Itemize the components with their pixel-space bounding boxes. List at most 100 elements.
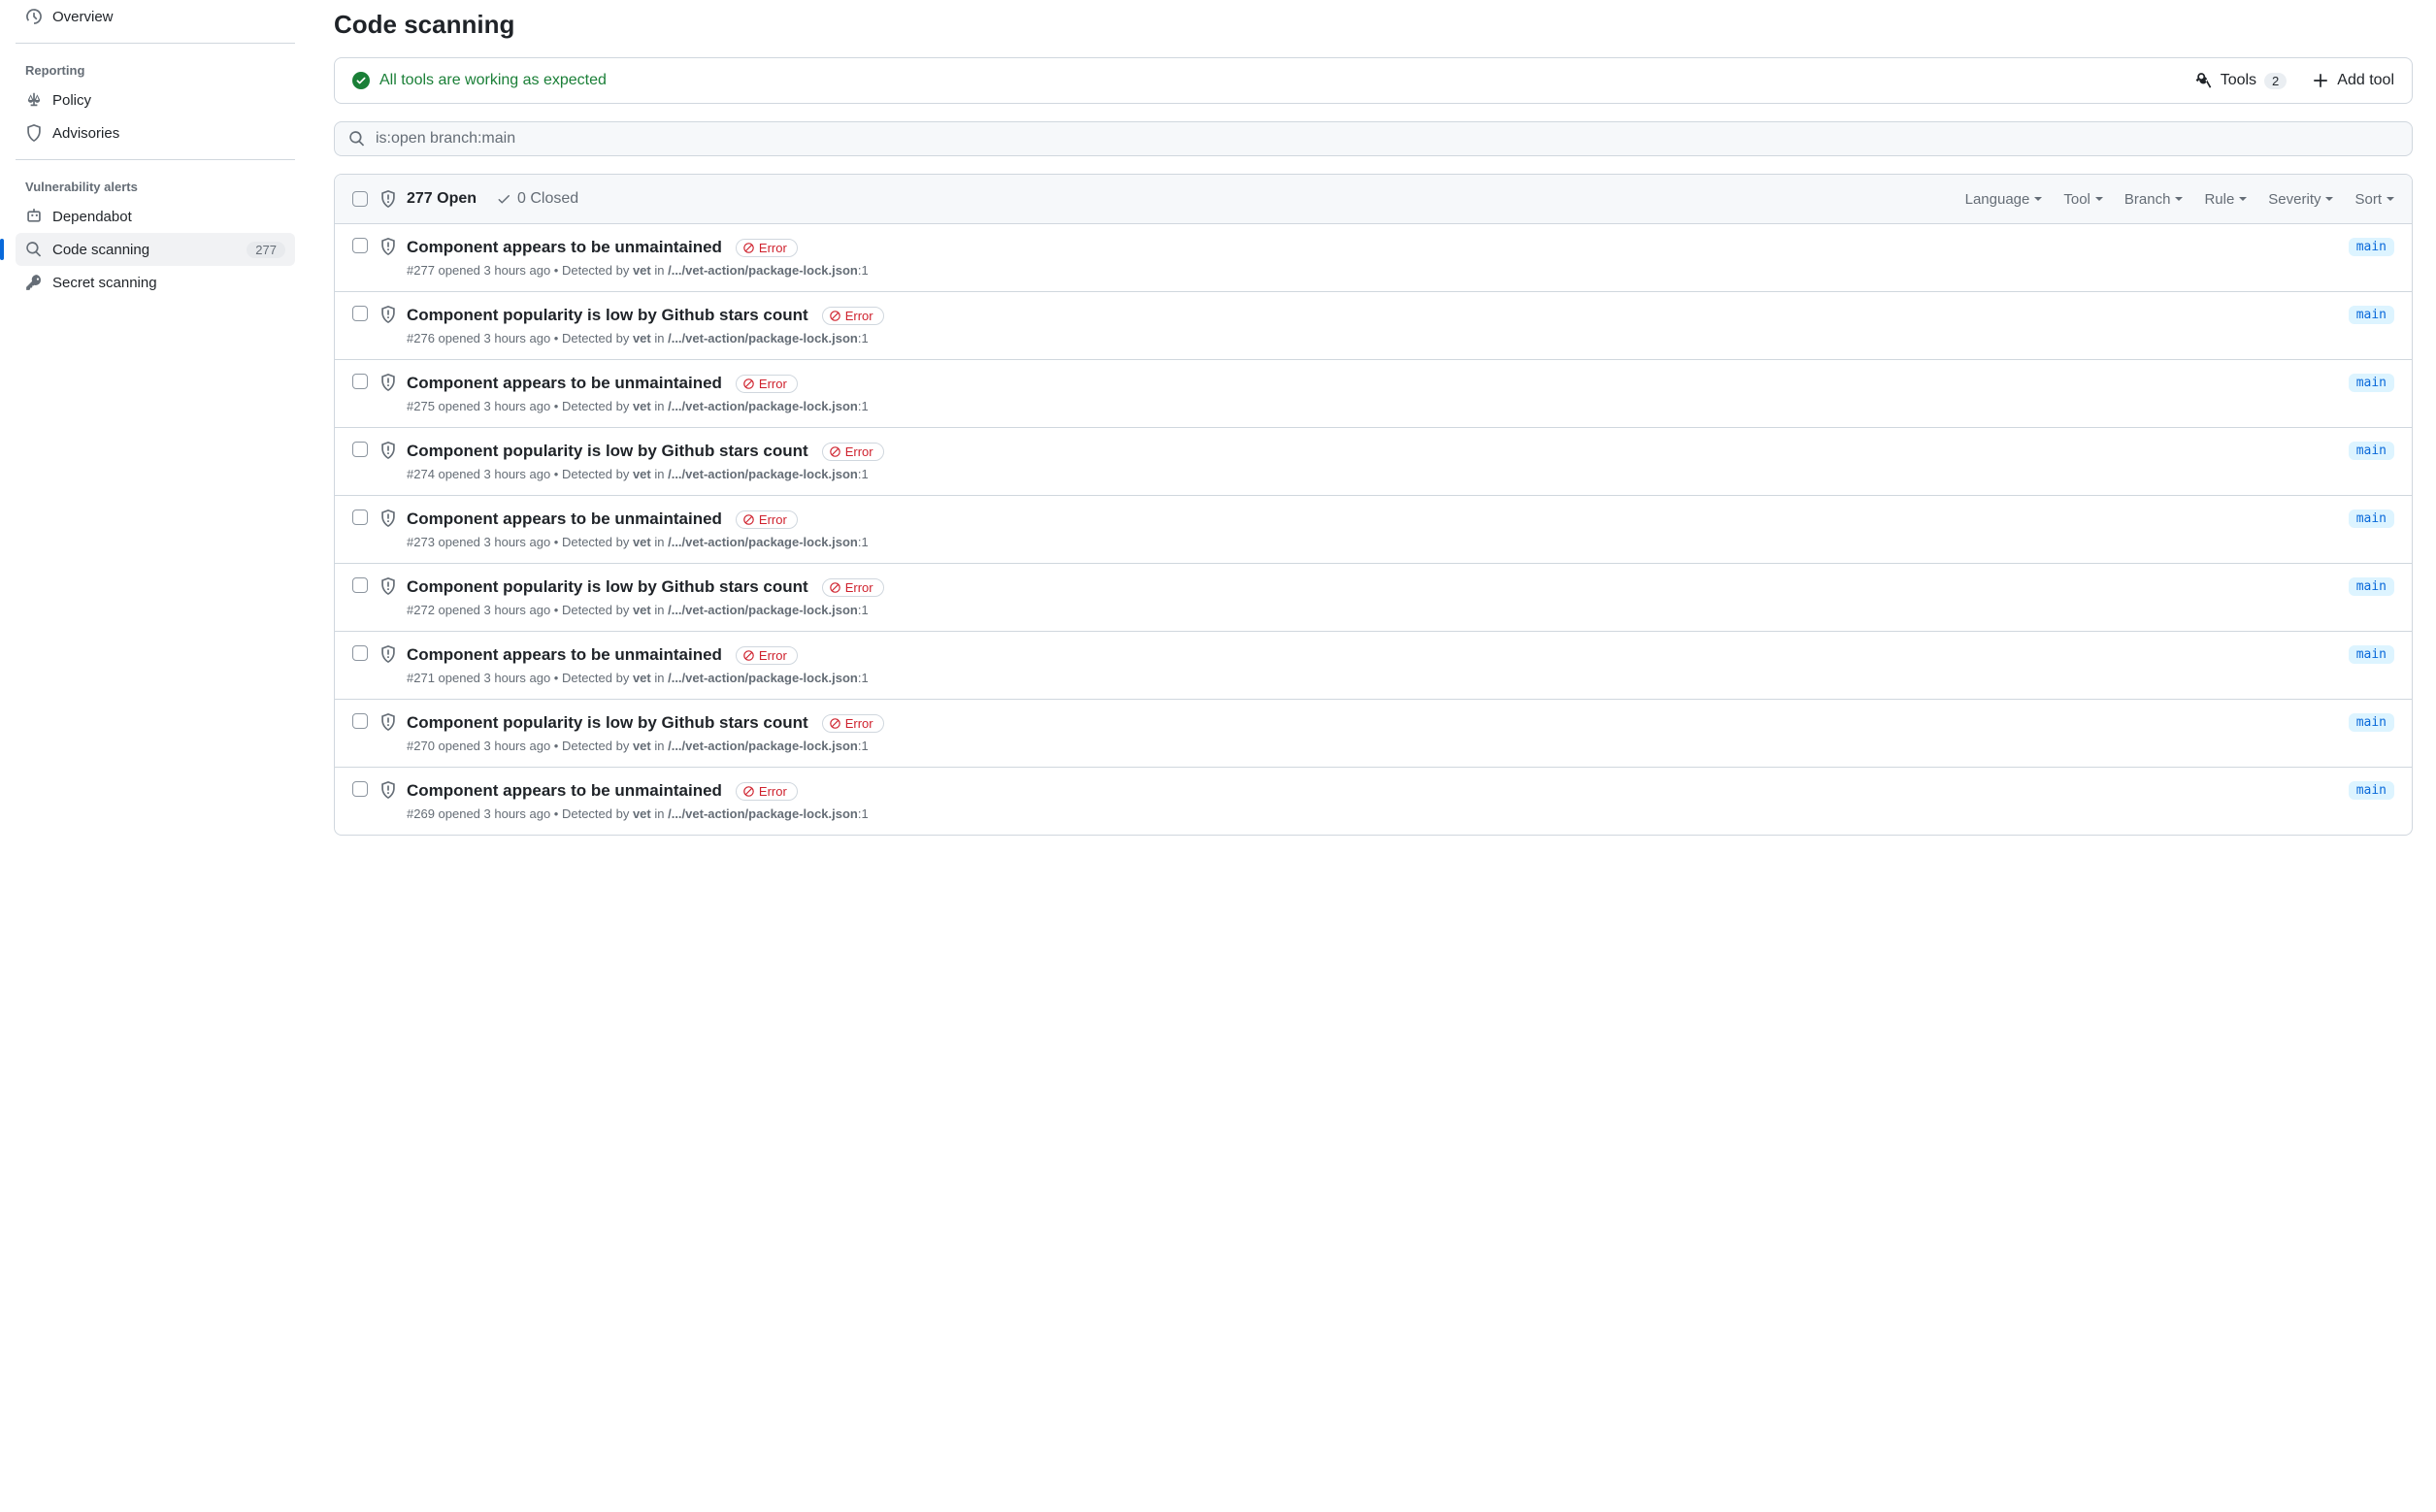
alert-row[interactable]: Component popularity is low by Github st…: [335, 700, 2412, 768]
dependabot-icon: [25, 208, 43, 225]
closed-tab[interactable]: 0 Closed: [496, 190, 578, 208]
add-tool-label: Add tool: [2337, 72, 2394, 89]
branch-badge[interactable]: main: [2349, 238, 2394, 256]
row-checkbox[interactable]: [352, 509, 368, 525]
alert-row[interactable]: Component popularity is low by Github st…: [335, 428, 2412, 496]
row-checkbox[interactable]: [352, 781, 368, 797]
filter-language[interactable]: Language: [1965, 191, 2043, 208]
severity-label: Error: [845, 716, 873, 731]
sidebar-item-dependabot[interactable]: Dependabot: [16, 200, 295, 233]
sidebar-heading-reporting: Reporting: [16, 53, 295, 83]
shield-alert-icon: [379, 238, 397, 255]
branch-badge[interactable]: main: [2349, 645, 2394, 664]
chevron-down-icon: [2034, 197, 2042, 201]
sidebar-item-policy[interactable]: Policy: [16, 83, 295, 116]
shield-alert-icon: [379, 190, 397, 208]
alert-title[interactable]: Component popularity is low by Github st…: [407, 442, 808, 461]
alert-title[interactable]: Component appears to be unmaintained: [407, 374, 722, 393]
add-tool-button[interactable]: Add tool: [2312, 72, 2394, 89]
branch-badge[interactable]: main: [2349, 306, 2394, 324]
tools-icon: [2195, 72, 2213, 89]
severity-label: Error: [759, 648, 787, 663]
severity-badge: Error: [822, 578, 884, 597]
severity-badge: Error: [736, 375, 798, 393]
filter-sort[interactable]: Sort: [2354, 191, 2394, 208]
shield-icon: [25, 124, 43, 142]
row-checkbox[interactable]: [352, 577, 368, 593]
branch-badge[interactable]: main: [2349, 713, 2394, 732]
branch-badge[interactable]: main: [2349, 442, 2394, 460]
sidebar-item-secret-scanning[interactable]: Secret scanning: [16, 266, 295, 299]
alert-row[interactable]: Component appears to be unmaintained Erro…: [335, 496, 2412, 564]
shield-alert-icon: [379, 645, 397, 663]
alert-title[interactable]: Component appears to be unmaintained: [407, 509, 722, 529]
code-scanning-icon: [25, 241, 43, 258]
alert-title[interactable]: Component appears to be unmaintained: [407, 238, 722, 257]
row-checkbox[interactable]: [352, 645, 368, 661]
plus-icon: [2312, 72, 2329, 89]
status-message: All tools are working as expected: [379, 72, 607, 89]
alert-row[interactable]: Component popularity is low by Github st…: [335, 564, 2412, 632]
branch-badge[interactable]: main: [2349, 509, 2394, 528]
search-icon: [348, 130, 366, 148]
search-input[interactable]: [376, 130, 2398, 148]
alert-row[interactable]: Component appears to be unmaintained Erro…: [335, 768, 2412, 835]
filter-branch[interactable]: Branch: [2124, 191, 2184, 208]
sidebar-item-overview[interactable]: Overview: [16, 0, 295, 33]
alert-meta: #277 opened 3 hours ago • Detected by ve…: [407, 263, 2349, 278]
key-icon: [25, 274, 43, 291]
alert-list: 277 Open 0 Closed Language Tool Branch R…: [334, 174, 2413, 836]
law-icon: [25, 91, 43, 109]
sidebar-item-label: Dependabot: [52, 209, 132, 225]
severity-badge: Error: [736, 782, 798, 801]
filter-rule[interactable]: Rule: [2204, 191, 2247, 208]
open-tab[interactable]: 277 Open: [407, 190, 477, 208]
sidebar-item-advisories[interactable]: Advisories: [16, 116, 295, 149]
row-checkbox[interactable]: [352, 374, 368, 389]
alert-title[interactable]: Component popularity is low by Github st…: [407, 306, 808, 325]
severity-label: Error: [845, 444, 873, 459]
alert-title[interactable]: Component appears to be unmaintained: [407, 781, 722, 801]
stop-icon: [742, 513, 755, 526]
row-checkbox[interactable]: [352, 442, 368, 457]
chevron-down-icon: [2325, 197, 2333, 201]
main: Code scanning All tools are working as e…: [311, 0, 2436, 859]
chevron-down-icon: [2387, 197, 2394, 201]
shield-alert-icon: [379, 577, 397, 595]
alert-meta: #273 opened 3 hours ago • Detected by ve…: [407, 535, 2349, 549]
search-box[interactable]: [334, 121, 2413, 156]
select-all-checkbox[interactable]: [352, 191, 368, 207]
alert-row[interactable]: Component appears to be unmaintained Erro…: [335, 360, 2412, 428]
page-title: Code scanning: [334, 10, 2413, 40]
sidebar-item-code-scanning[interactable]: Code scanning 277: [16, 233, 295, 266]
alert-row[interactable]: Component popularity is low by Github st…: [335, 292, 2412, 360]
alert-title[interactable]: Component popularity is low by Github st…: [407, 577, 808, 597]
row-checkbox[interactable]: [352, 306, 368, 321]
stop-icon: [742, 649, 755, 662]
filter-tool[interactable]: Tool: [2063, 191, 2103, 208]
tools-button[interactable]: Tools 2: [2195, 72, 2288, 89]
branch-badge[interactable]: main: [2349, 374, 2394, 392]
alert-title[interactable]: Component appears to be unmaintained: [407, 645, 722, 665]
shield-alert-icon: [379, 781, 397, 799]
alert-title[interactable]: Component popularity is low by Github st…: [407, 713, 808, 733]
row-checkbox[interactable]: [352, 238, 368, 253]
severity-badge: Error: [822, 714, 884, 733]
row-checkbox[interactable]: [352, 713, 368, 729]
stop-icon: [742, 785, 755, 798]
sidebar-heading-vuln: Vulnerability alerts: [16, 170, 295, 200]
shield-alert-icon: [379, 306, 397, 323]
severity-label: Error: [759, 512, 787, 527]
filter-severity[interactable]: Severity: [2268, 191, 2333, 208]
sidebar: Overview Reporting Policy Advisories Vul…: [0, 0, 311, 859]
check-circle-icon: [352, 72, 370, 89]
branch-badge[interactable]: main: [2349, 781, 2394, 800]
shield-alert-icon: [379, 713, 397, 731]
branch-badge[interactable]: main: [2349, 577, 2394, 596]
stop-icon: [829, 310, 841, 322]
alert-row[interactable]: Component appears to be unmaintainedErro…: [335, 224, 2412, 292]
shield-alert-icon: [379, 509, 397, 527]
sidebar-item-label: Advisories: [52, 125, 119, 142]
sidebar-item-count: 277: [247, 242, 285, 258]
alert-row[interactable]: Component appears to be unmaintained Erro…: [335, 632, 2412, 700]
